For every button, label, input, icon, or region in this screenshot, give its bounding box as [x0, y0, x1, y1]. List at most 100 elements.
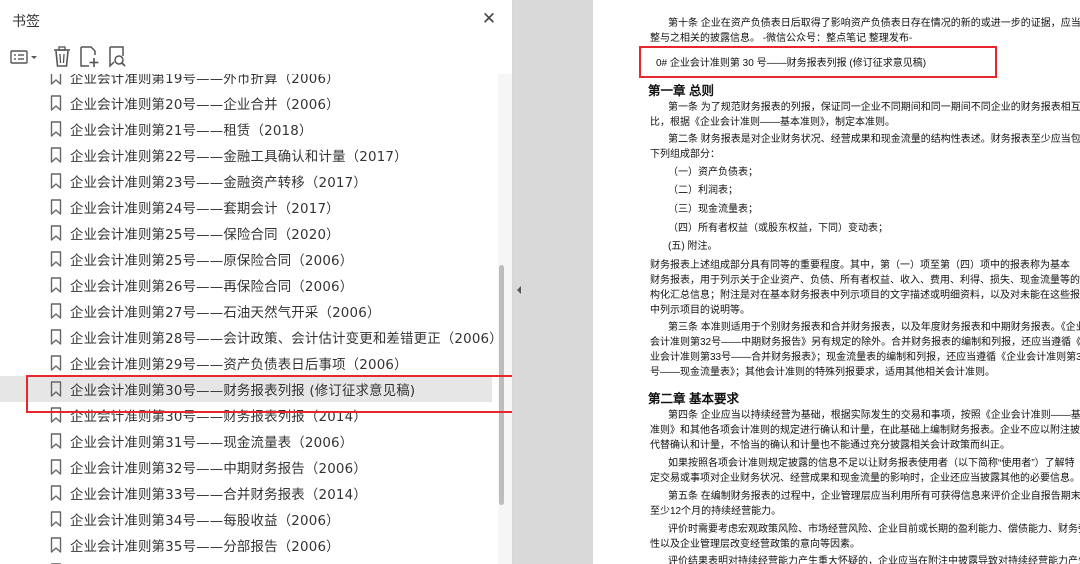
bookmark-list: 企业会计准则第19号——外币折算（2006） 企业会计准则第20号——企业合并（2… — [0, 74, 498, 564]
bookmark-label: 企业会计准则第20号——企业合并（2006） — [70, 98, 340, 113]
bookmark-icon — [50, 537, 62, 553]
doc-text: 评价结果表明对持续经营能力产生重大怀疑的，企业应当在附注中披露导致对持续经营能力… — [668, 556, 1080, 564]
bookmark-label: 企业会计准则第24号——套期会计（2017） — [70, 202, 340, 217]
panel-header: 书签 ✕ — [0, 0, 512, 40]
doc-title-line: 0# 企业会计准则第 30 号——财务报表列报 (修订征求意见稿) — [656, 58, 927, 69]
doc-text: 业会计准则第33号——合并财务报表》；现金流量表的编制和列报，还应当遵循《企业会… — [650, 352, 1080, 363]
close-panel-button[interactable]: ✕ — [478, 8, 500, 30]
bookmark-icon — [50, 74, 62, 85]
bookmark-label: 企业会计准则第23号——金融资产转移（2017） — [70, 176, 367, 191]
collapse-panel-icon[interactable] — [513, 282, 525, 296]
doc-text: 财务报表，用于列示关于企业资产、负债、所有者权益、收入、费用、利得、损失、现金流… — [650, 275, 1080, 286]
bookmark-icon — [50, 251, 62, 267]
bookmark-icon — [50, 303, 62, 319]
bookmark-label: 企业会计准则第29号——资产负债表日后事项（2006） — [70, 358, 408, 373]
bookmark-label: 企业会计准则第30号——财务报表列报 (修订征求意见稿) — [70, 384, 416, 399]
bookmark-label: 企业会计准则第26号——再保险合同（2006） — [70, 280, 354, 295]
bookmark-icon — [50, 407, 62, 423]
bookmark-icon — [50, 355, 62, 371]
bookmark-icon — [50, 173, 62, 189]
doc-list-item: （三）现金流量表； — [668, 204, 758, 215]
bookmark-icon — [50, 95, 62, 111]
bookmark-label: 企业会计准则第35号——分部报告（2006） — [70, 540, 340, 555]
bookmark-item[interactable]: 企业会计准则第23号——金融资产转移（2017） — [0, 168, 492, 194]
bookmark-label: 企业会计准则第30号——财务报表列报（2014） — [70, 410, 367, 425]
bookmark-icon — [50, 199, 62, 215]
doc-text: 准则》和其他各项会计准则的规定进行确认和计量，在此基础上编制财务报表。企业不应以… — [650, 425, 1080, 436]
doc-text: 第二条 财务报表是对企业财务状况、经营成果和现金流量的结构性表述。财务报表至少应… — [668, 134, 1080, 145]
doc-text: 整与之相关的披露信息。 -微信公众号：整点笔记 整理发布- — [650, 33, 913, 44]
bookmark-icon — [50, 147, 62, 163]
doc-text: 如果按照各项会计准则规定披露的信息不足以让财务报表使用者（以下简称“使用者”）了… — [668, 458, 1075, 469]
bookmark-item[interactable]: 企业会计准则第19号——外币折算（2006） — [0, 74, 492, 90]
find-bookmark-icon[interactable] — [106, 44, 128, 70]
panel-title: 书签 — [12, 14, 40, 30]
bookmark-item[interactable]: 企业会计准则第29号——资产负债表日后事项（2006） — [0, 350, 492, 376]
doc-list-item: (五) 附注。 — [668, 241, 718, 252]
doc-text: 第五条 在编制财务报表的过程中，企业管理层应当利用所有可获得信息来评价企业自报告… — [668, 491, 1080, 502]
doc-text: 代替确认和计量，不恰当的确认和计量也不能通过充分披露相关会计政策而纠正。 — [650, 440, 1010, 451]
bookmark-item[interactable]: 企业会计准则第30号——财务报表列报 (修订征求意见稿) — [0, 376, 492, 402]
bookmark-icon — [50, 459, 62, 475]
bookmark-item[interactable]: 企业会计准则第33号——合并财务报表（2014） — [0, 480, 492, 506]
bookmark-item[interactable]: 企业会计准则第22号——金融工具确认和计量（2017） — [0, 142, 492, 168]
bookmark-toolbar — [0, 40, 512, 74]
bookmark-label: 企业会计准则第25号——原保险合同（2006） — [70, 254, 354, 269]
bookmark-item[interactable]: 企业会计准则第31号——现金流量表（2006） — [0, 428, 492, 454]
bookmark-item[interactable]: 企业会计准则第35号——分部报告（2006） — [0, 532, 492, 558]
bookmark-item[interactable]: 企业会计准则第24号——套期会计（2017） — [0, 194, 492, 220]
doc-text: 评价时需要考虑宏观政策风险、市场经营风险、企业目前或长期的盈利能力、偿债能力、财… — [668, 524, 1080, 535]
doc-text: 第三条 本准则适用于个别财务报表和合并财务报表，以及年度财务报表和中期财务报表。… — [668, 322, 1080, 333]
bookmark-icon — [50, 225, 62, 241]
bookmark-label: 企业会计准则第33号——合并财务报表（2014） — [70, 488, 367, 503]
bookmark-icon — [50, 485, 62, 501]
bookmark-icon — [50, 121, 62, 137]
doc-text: 至少12个月的持续经营能力。 — [650, 506, 782, 517]
doc-text: 定交易或事项对企业财务状况、经营成果和现金流量的影响时，企业还应当披露其他的必要… — [650, 473, 1080, 484]
list-options-icon[interactable] — [8, 44, 40, 70]
doc-text: 性以及企业管理层改变经营政策的意向等因素。 — [650, 539, 860, 550]
doc-text: 中列示项目的说明等。 — [650, 305, 750, 316]
bookmark-item[interactable]: 企业会计准则第28号——会计政策、会计估计变更和差错更正（2006） — [0, 324, 498, 350]
doc-text: 第十条 企业在资产负债表日后取得了影响资产负债表日存在情况的新的或进一步的证据，… — [668, 18, 1080, 29]
page-gutter — [513, 0, 593, 564]
bookmark-item[interactable]: 企业会计准则第21号——租赁（2018） — [0, 116, 492, 142]
bookmark-item[interactable]: 企业会计准则第34号——每股收益（2006） — [0, 506, 492, 532]
doc-text: 比，根据《企业会计准则——基本准则》，制定本准则。 — [650, 117, 895, 128]
bookmark-label: 企业会计准则第32号——中期财务报告（2006） — [70, 462, 367, 477]
doc-list-item: （一）资产负债表； — [668, 167, 758, 178]
doc-text: 财务报表上述组成部分具有同等的重要程度。其中，第（一）项至第（四）项中的报表称为… — [650, 260, 1070, 271]
bookmark-item[interactable]: 企业会计准则第30号——财务报表列报（2014） — [0, 402, 492, 428]
doc-text: 构化汇总信息；附注是对在基本财务报表中列示项目的文字描述或明细资料，以及对未能在… — [650, 290, 1080, 301]
doc-list-item: （二）利润表； — [668, 185, 738, 196]
trash-icon[interactable] — [51, 44, 73, 70]
bookmark-item[interactable]: 企业会计准则第25号——保险合同（2020） — [0, 220, 492, 246]
doc-text: 会计准则第32号——中期财务报告》另有规定的除外。合并财务报表的编制和列报，还应… — [650, 337, 1080, 348]
bookmark-item[interactable]: 企业会计准则第32号——中期财务报告（2006） — [0, 454, 492, 480]
bookmark-label: 企业会计准则第25号——保险合同（2020） — [70, 228, 340, 243]
bookmark-item[interactable]: 企业会计准则第26号——再保险合同（2006） — [0, 272, 492, 298]
doc-text: 号——现金流量表》；其他会计准则的特殊列报要求，适用其他相关会计准则。 — [650, 367, 995, 378]
doc-text: 下列组成部分： — [650, 149, 720, 160]
bookmark-item[interactable]: 企业会计准则第20号——企业合并（2006） — [0, 90, 492, 116]
bookmark-item[interactable]: 企业会计准则第25号——原保险合同（2006） — [0, 246, 492, 272]
bookmark-label: 企业会计准则第31号——现金流量表（2006） — [70, 436, 354, 451]
bookmark-label: 企业会计准则第19号——外币折算（2006） — [70, 74, 340, 87]
bookmark-icon — [50, 433, 62, 449]
bookmark-panel: 书签 ✕ 企业会计准则第19号——外币折算（2006） 企业会计准则第20号——… — [0, 0, 513, 564]
bookmark-label: 企业会计准则第28号——会计政策、会计估计变更和差错更正（2006） — [70, 332, 498, 347]
chapter-heading: 第二章 基本要求 — [648, 392, 739, 406]
bookmark-icon — [50, 511, 62, 527]
bookmark-item[interactable]: 企业会计准则第27号——石油天然气开采（2006） — [0, 298, 492, 324]
chapter-heading: 第一章 总则 — [648, 84, 714, 98]
bookmark-icon — [50, 329, 62, 345]
bookmark-label: 企业会计准则第27号——石油天然气开采（2006） — [70, 306, 381, 321]
bookmark-icon — [50, 381, 62, 397]
bookmark-label: 企业会计准则第34号——每股收益（2006） — [70, 514, 340, 529]
document-page: 第十条 企业在资产负债表日后取得了影响资产负债表日存在情况的新的或进一步的证据，… — [594, 0, 1080, 564]
doc-text: 第一条 为了规范财务报表的列报，保证同一企业不同期间和同一期间不同企业的财务报表… — [668, 102, 1080, 113]
doc-text: 第四条 企业应当以持续经营为基础，根据实际发生的交易和事项，按照《企业会计准则—… — [668, 410, 1080, 421]
scrollbar-thumb[interactable] — [499, 265, 504, 505]
add-bookmark-icon[interactable] — [78, 44, 100, 70]
bookmark-item[interactable]: 企业会计准则第36号——关联方披露（2006） — [0, 558, 492, 564]
